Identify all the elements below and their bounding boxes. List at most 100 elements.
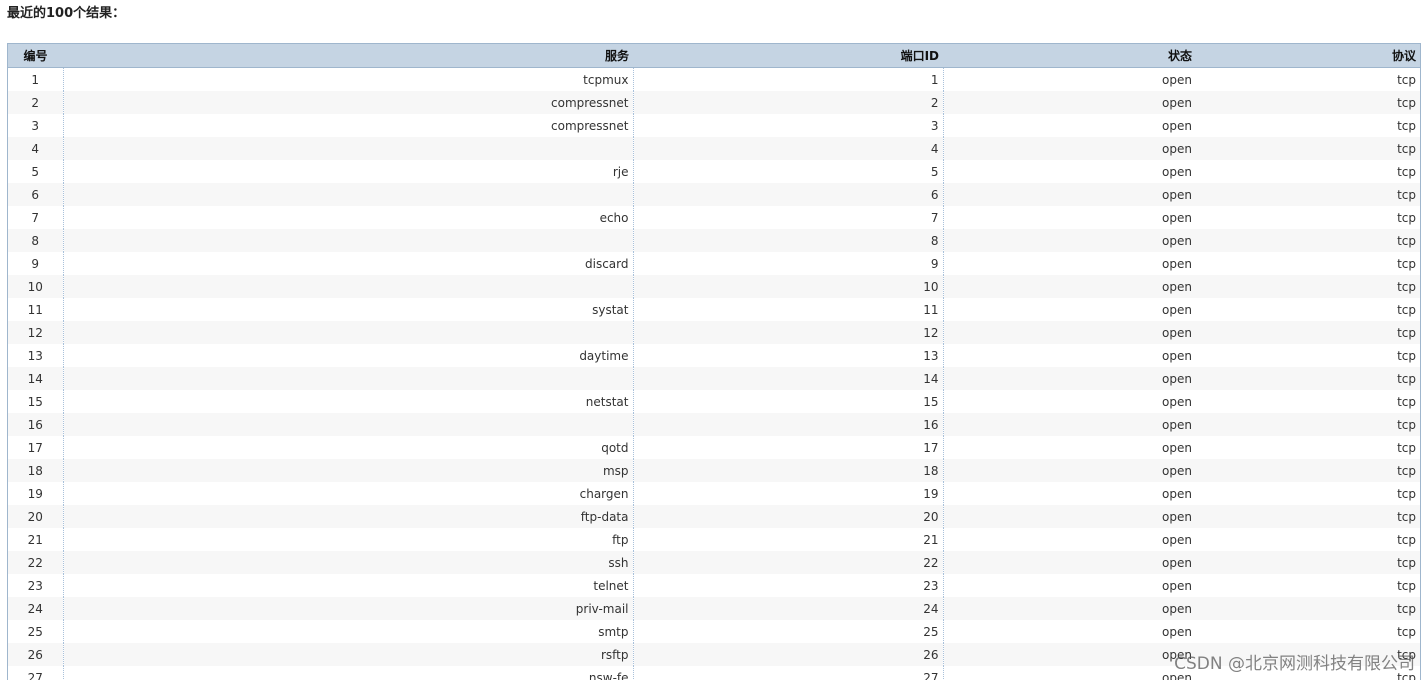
- cell-port-id: 15: [633, 390, 944, 413]
- table-row[interactable]: 1 tcpmux 1 open tcp: [8, 67, 1420, 91]
- cell-service: systat: [63, 298, 634, 321]
- cell-service: compressnet: [63, 114, 634, 137]
- cell-port-id: 19: [633, 482, 944, 505]
- cell-state: open: [1162, 348, 1192, 363]
- table-row[interactable]: 19 chargen 19 open tcp: [8, 482, 1420, 505]
- cell-protocol: tcp: [1196, 597, 1420, 620]
- cell-port-id: 9: [633, 252, 944, 275]
- table-row[interactable]: 5 rje 5 open tcp: [8, 160, 1420, 183]
- cell-port-id: 16: [633, 413, 944, 436]
- cell-port-id: 2: [633, 91, 944, 114]
- cell-service: compressnet: [63, 91, 634, 114]
- table-row[interactable]: 3 compressnet 3 open tcp: [8, 114, 1420, 137]
- cell-index: 3: [8, 114, 64, 137]
- cell-service: netstat: [63, 390, 634, 413]
- table-row[interactable]: 2 compressnet 2 open tcp: [8, 91, 1420, 114]
- cell-port-id: 11: [633, 298, 944, 321]
- cell-port-id: 21: [633, 528, 944, 551]
- table-row[interactable]: 17 qotd 17 open tcp: [8, 436, 1420, 459]
- column-header-port-id[interactable]: 端口ID: [633, 44, 943, 68]
- cell-state: open: [943, 137, 1196, 160]
- results-heading: 最近的100个结果：: [7, 6, 126, 21]
- table-row[interactable]: 15 netstat 15 open tcp: [8, 390, 1420, 413]
- table-row[interactable]: 21 ftp 21 open tcp: [8, 528, 1420, 551]
- cell-index: 27: [8, 666, 64, 680]
- table-row[interactable]: 16 16 open tcp: [8, 413, 1420, 436]
- cell-protocol: tcp: [1397, 624, 1416, 639]
- column-header-state[interactable]: 状态: [943, 44, 1196, 68]
- cell-index: 1: [8, 67, 64, 91]
- cell-protocol: tcp: [1196, 321, 1420, 344]
- cell-state: open: [1162, 210, 1192, 225]
- cell-index: 26: [8, 643, 64, 666]
- cell-service: [63, 413, 634, 436]
- column-header-protocol[interactable]: 协议: [1196, 44, 1420, 68]
- cell-service: ftp-data: [63, 505, 634, 528]
- cell-index: 17: [8, 436, 64, 459]
- results-table: 编号 服务 端口ID 状态 协议 1 tcpmux 1 open tcp 2 compres…: [8, 44, 1420, 680]
- cell-port-id: 18: [633, 459, 944, 482]
- cell-state: open: [1162, 624, 1192, 639]
- cell-protocol: tcp: [1196, 459, 1420, 482]
- cell-service: [63, 321, 634, 344]
- cell-port-id: 24: [633, 597, 944, 620]
- column-header-service[interactable]: 服务: [63, 44, 633, 68]
- cell-port-id: 3: [633, 114, 944, 137]
- cell-state: open: [943, 643, 1196, 666]
- cell-state: open: [1162, 578, 1192, 593]
- table-row[interactable]: 23 telnet 23 open tcp: [8, 574, 1420, 597]
- cell-service: msp: [63, 459, 634, 482]
- cell-state: open: [1162, 670, 1192, 680]
- cell-service: smtp: [63, 620, 634, 643]
- cell-protocol: tcp: [1397, 118, 1416, 133]
- cell-state: open: [943, 413, 1196, 436]
- cell-port-id: 26: [633, 643, 944, 666]
- table-row[interactable]: 14 14 open tcp: [8, 367, 1420, 390]
- table-row[interactable]: 11 systat 11 open tcp: [8, 298, 1420, 321]
- cell-service: chargen: [63, 482, 634, 505]
- cell-state: open: [943, 459, 1196, 482]
- table-row[interactable]: 12 12 open tcp: [8, 321, 1420, 344]
- table-row[interactable]: 7 echo 7 open tcp: [8, 206, 1420, 229]
- table-row[interactable]: 8 8 open tcp: [8, 229, 1420, 252]
- cell-index: 11: [8, 298, 64, 321]
- cell-service: nsw-fe: [63, 666, 634, 680]
- cell-port-id: 10: [633, 275, 944, 298]
- cell-port-id: 12: [633, 321, 944, 344]
- table-row[interactable]: 27 nsw-fe 27 open tcp: [8, 666, 1420, 680]
- table-row[interactable]: 24 priv-mail 24 open tcp: [8, 597, 1420, 620]
- table-row[interactable]: 25 smtp 25 open tcp: [8, 620, 1420, 643]
- cell-state: open: [1162, 164, 1192, 179]
- table-row[interactable]: 6 6 open tcp: [8, 183, 1420, 206]
- cell-state: open: [1162, 302, 1192, 317]
- table-row[interactable]: 4 4 open tcp: [8, 137, 1420, 160]
- column-header-index[interactable]: 编号: [8, 44, 63, 68]
- table-row[interactable]: 18 msp 18 open tcp: [8, 459, 1420, 482]
- cell-state: open: [943, 183, 1196, 206]
- cell-service: tcpmux: [63, 67, 634, 91]
- cell-protocol: tcp: [1397, 670, 1416, 680]
- cell-service: [63, 229, 634, 252]
- cell-port-id: 13: [633, 344, 944, 367]
- cell-protocol: tcp: [1397, 164, 1416, 179]
- cell-index: 16: [8, 413, 64, 436]
- table-row[interactable]: 20 ftp-data 20 open tcp: [8, 505, 1420, 528]
- cell-state: open: [943, 551, 1196, 574]
- table-row[interactable]: 13 daytime 13 open tcp: [8, 344, 1420, 367]
- table-row[interactable]: 26 rsftp 26 open tcp: [8, 643, 1420, 666]
- cell-index: 18: [8, 459, 64, 482]
- cell-protocol: tcp: [1397, 256, 1416, 271]
- cell-state: open: [1162, 256, 1192, 271]
- cell-service: priv-mail: [63, 597, 634, 620]
- cell-index: 22: [8, 551, 64, 574]
- cell-index: 15: [8, 390, 64, 413]
- table-row[interactable]: 9 discard 9 open tcp: [8, 252, 1420, 275]
- cell-index: 21: [8, 528, 64, 551]
- cell-protocol: tcp: [1397, 394, 1416, 409]
- table-row[interactable]: 22 ssh 22 open tcp: [8, 551, 1420, 574]
- cell-state: open: [943, 321, 1196, 344]
- table-row[interactable]: 10 10 open tcp: [8, 275, 1420, 298]
- cell-service: ssh: [63, 551, 634, 574]
- cell-protocol: tcp: [1397, 348, 1416, 363]
- cell-state: open: [1162, 486, 1192, 501]
